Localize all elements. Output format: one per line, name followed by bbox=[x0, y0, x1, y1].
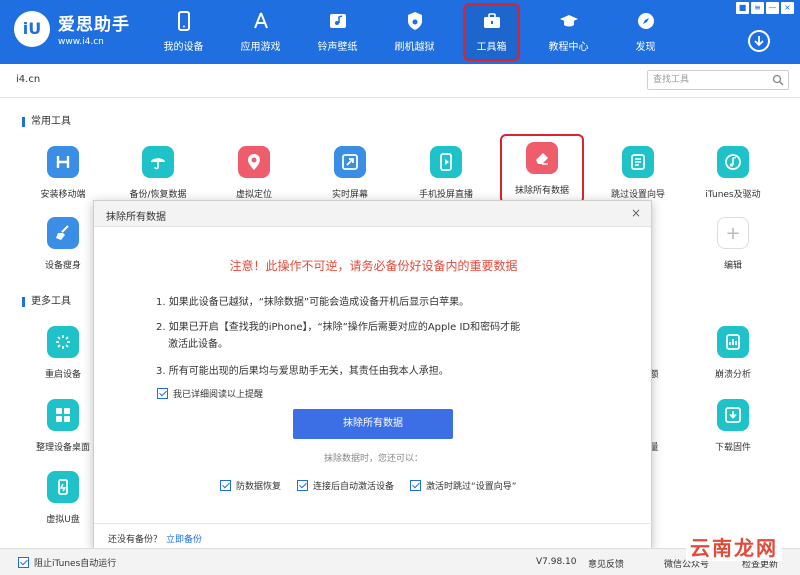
logo-name: 爱思助手 bbox=[58, 15, 130, 35]
plus-icon: + bbox=[717, 217, 749, 249]
nav-ringtones-wallpaper[interactable]: 铃声壁纸 bbox=[299, 0, 376, 64]
backup-now-link[interactable]: 立即备份 bbox=[166, 535, 202, 545]
tool-edit[interactable]: + 编辑 bbox=[686, 217, 780, 271]
search-input[interactable]: 查找工具 bbox=[647, 70, 789, 90]
logo-url: www.i4.cn bbox=[58, 37, 104, 47]
sub-toolbar: i4.cn 查找工具 bbox=[0, 64, 800, 98]
option-anti-recovery-checkbox[interactable]: 防数据恢复 bbox=[220, 479, 281, 492]
restart-icon bbox=[47, 326, 79, 358]
dialog-header: 抹除所有数据 × bbox=[94, 201, 651, 227]
note-1: 1. 如果此设备已越狱，“抹除数据”可能会造成设备开机后显示白苹果。 bbox=[156, 297, 470, 308]
tool-screen-mirror[interactable]: 手机投屏直播 bbox=[399, 146, 493, 200]
shield-icon bbox=[407, 12, 422, 30]
erase-options: 防数据恢复 连接后自动激活设备 激活时跳过“设置向导” bbox=[220, 479, 532, 492]
itunes-icon bbox=[717, 146, 749, 178]
graduation-cap-icon bbox=[559, 15, 578, 27]
nav-tutorial-center[interactable]: 教程中心 bbox=[530, 0, 607, 64]
nav-my-device[interactable]: 我的设备 bbox=[145, 0, 222, 64]
block-itunes-checkbox[interactable]: 阻止iTunes自动运行 bbox=[18, 556, 116, 569]
notes-list: 1. 如果此设备已越狱，“抹除数据”可能会造成设备开机后显示白苹果。 2. 如果… bbox=[156, 294, 596, 388]
nav-discover[interactable]: 发现 bbox=[607, 0, 684, 64]
screen-icon bbox=[334, 146, 366, 178]
nav-apps-games[interactable]: 应用游戏 bbox=[222, 0, 299, 64]
menu-button[interactable]: ≡ bbox=[751, 2, 764, 14]
eraser-icon bbox=[526, 142, 558, 174]
broom-icon bbox=[47, 217, 79, 249]
minimize-button[interactable]: — bbox=[766, 2, 779, 14]
search-placeholder: 查找工具 bbox=[653, 75, 690, 85]
tool-install-mobile[interactable]: 安装移动端 bbox=[16, 146, 110, 200]
dialog-title: 抹除所有数据 bbox=[106, 212, 166, 223]
watermark-text: 云南龙网 bbox=[686, 532, 782, 561]
location-pin-icon bbox=[238, 146, 270, 178]
app-store-icon bbox=[253, 12, 268, 29]
erase-data-dialog: 抹除所有数据 × 注意！此操作不可逆，请务必备份好设备内的重要数据 1. 如果此… bbox=[93, 200, 653, 549]
section-common-tools: 常用工具 bbox=[22, 117, 71, 127]
dialog-footer: 还没有备份？ 立即备份 bbox=[94, 523, 653, 549]
section-more-tools: 更多工具 bbox=[22, 297, 71, 307]
nav-flash-jailbreak[interactable]: 刷机越狱 bbox=[376, 0, 453, 64]
erase-all-data-button[interactable]: 抹除所有数据 bbox=[293, 409, 453, 439]
search-icon bbox=[772, 74, 784, 86]
logo-badge: iU bbox=[14, 10, 50, 47]
download-box-icon bbox=[717, 399, 749, 431]
checkbox-checked-icon bbox=[297, 480, 309, 491]
play-icon bbox=[430, 146, 462, 178]
tool-crash-analysis[interactable]: 崩溃分析 bbox=[686, 326, 780, 380]
umbrella-icon bbox=[142, 146, 174, 178]
tool-realtime-screen[interactable]: 实时屏幕 bbox=[303, 146, 397, 200]
agree-checkbox[interactable]: 我已详细阅读以上提醒 bbox=[157, 387, 263, 400]
warning-text: 注意！此操作不可逆，请务必备份好设备内的重要数据 bbox=[229, 259, 518, 273]
tab-i4cn[interactable]: i4.cn bbox=[16, 74, 40, 85]
note-2b: 激活此设备。 bbox=[168, 339, 228, 350]
status-bar: 阻止iTunes自动运行 V7.98.10 意见反馈 微信公众号 检查更新 bbox=[0, 548, 800, 575]
app-header: iU 爱思助手 www.i4.cn 我的设备 应用游戏 铃声壁纸 刷机越狱 工具… bbox=[0, 0, 800, 64]
tool-skip-setup[interactable]: 跳过设置向导 bbox=[591, 146, 685, 200]
app-logo: iU 爱思助手 www.i4.cn bbox=[14, 10, 130, 47]
option-skip-setup-checkbox[interactable]: 激活时跳过“设置向导” bbox=[410, 479, 516, 492]
tool-download-firmware[interactable]: 下载固件 bbox=[686, 399, 780, 453]
tool-backup-restore[interactable]: 备份/恢复数据 bbox=[111, 146, 205, 200]
skin-button[interactable]: ■ bbox=[736, 2, 749, 14]
download-arrow-icon bbox=[754, 36, 764, 47]
skip-icon bbox=[622, 146, 654, 178]
version-label: V7.98.10 bbox=[536, 557, 577, 567]
close-button[interactable]: × bbox=[781, 2, 794, 14]
window-controls: ■ ≡ — × bbox=[734, 2, 794, 14]
desktop-grid-icon bbox=[47, 399, 79, 431]
note-2a: 2. 如果已开启【查找我的iPhone】，“抹除”操作后需要对应的Apple I… bbox=[156, 322, 521, 333]
no-backup-question: 还没有备份？ bbox=[108, 535, 163, 545]
tool-itunes-driver[interactable]: iTunes及驱动 bbox=[686, 146, 780, 200]
checkbox-checked-icon bbox=[157, 388, 168, 399]
option-auto-activate-checkbox[interactable]: 连接后自动激活设备 bbox=[297, 479, 394, 492]
main-nav: 我的设备 应用游戏 铃声壁纸 刷机越狱 工具箱 教程中心 发现 bbox=[145, 0, 684, 64]
phone-icon bbox=[177, 11, 190, 31]
usb-icon bbox=[47, 471, 79, 503]
checkbox-checked-icon bbox=[220, 480, 231, 491]
download-manager-button[interactable] bbox=[748, 30, 770, 52]
erase-options-hint: 抹除数据时，您还可以： bbox=[323, 454, 423, 464]
nav-toolbox[interactable]: 工具箱 bbox=[463, 3, 520, 61]
feedback-link[interactable]: 意见反馈 bbox=[588, 557, 624, 570]
checkbox-checked-icon bbox=[18, 557, 29, 568]
toolbox-icon bbox=[483, 13, 500, 28]
install-icon bbox=[47, 146, 79, 178]
note-3: 3. 所有可能出现的后果均与爱思助手无关，其责任由我本人承担。 bbox=[156, 366, 449, 377]
compass-icon bbox=[637, 13, 654, 29]
crash-icon bbox=[717, 326, 749, 358]
dialog-close-icon[interactable]: × bbox=[631, 206, 641, 220]
checkbox-checked-icon bbox=[410, 480, 422, 491]
tool-erase-all-data[interactable]: 抹除所有数据 bbox=[500, 134, 584, 204]
music-image-icon bbox=[329, 14, 346, 28]
tool-virtual-location[interactable]: 虚拟定位 bbox=[207, 146, 301, 200]
